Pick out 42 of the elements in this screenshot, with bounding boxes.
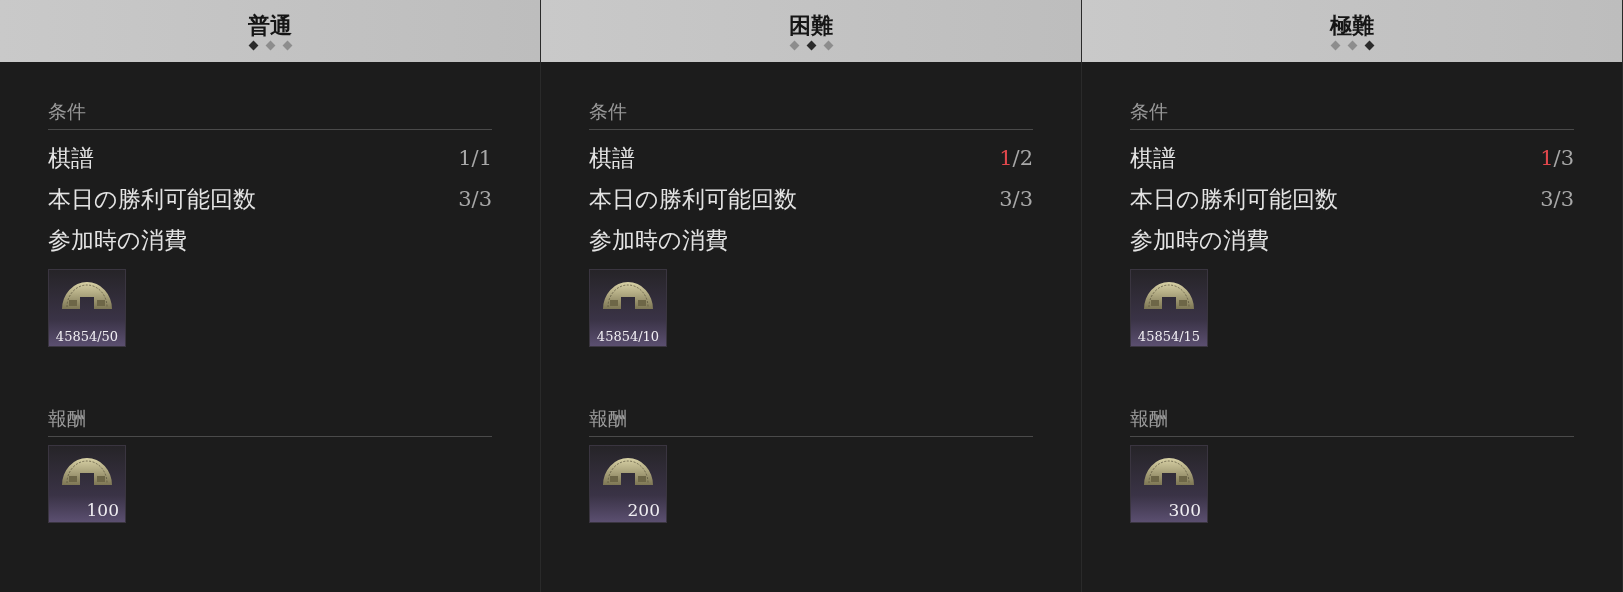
item-count: 45854/10 (596, 329, 660, 344)
condition-label: 本日の勝利可能回数 (48, 184, 256, 214)
difficulty-title: 極難 (1330, 13, 1374, 38)
item-slot[interactable]: 300 (1130, 444, 1208, 523)
section-label: 条件 (48, 100, 86, 123)
condition-label: 参加時の消費 (1130, 225, 1269, 255)
condition-progress: 1/2 (999, 146, 1033, 171)
condition-progress: 3/3 (458, 187, 492, 212)
condition-label: 参加時の消費 (589, 225, 728, 255)
item-slot[interactable]: 45854/50 (48, 268, 126, 347)
condition-progress: 3/3 (1540, 187, 1574, 212)
difficulty-title: 困難 (789, 13, 833, 38)
coin-icon (1143, 279, 1195, 310)
section-label: 報酬 (1130, 406, 1168, 430)
item-slot[interactable]: 45854/15 (1130, 268, 1208, 347)
condition-label: 棋譜 (1130, 143, 1176, 173)
section-label: 条件 (589, 100, 627, 123)
item-slot[interactable]: 45854/10 (589, 268, 667, 347)
condition-progress: 1/3 (1540, 146, 1574, 171)
condition-progress: 1/1 (458, 146, 492, 171)
item-count: 200 (627, 500, 661, 520)
condition-label: 棋譜 (589, 143, 635, 173)
coin-icon (61, 455, 113, 486)
section-label: 報酬 (48, 406, 86, 430)
coin-icon (602, 279, 654, 310)
item-count: 100 (86, 500, 120, 520)
coin-icon (1143, 455, 1195, 486)
item-count: 300 (1168, 500, 1202, 520)
condition-progress: 3/3 (999, 187, 1033, 212)
item-slot[interactable]: 100 (48, 444, 126, 523)
condition-label: 本日の勝利可能回数 (589, 184, 797, 214)
condition-label: 参加時の消費 (48, 225, 187, 255)
section-label: 報酬 (589, 406, 627, 430)
section-label: 条件 (1130, 100, 1168, 123)
difficulty-title: 普通 (248, 13, 292, 38)
item-slot[interactable]: 200 (589, 444, 667, 523)
condition-label: 本日の勝利可能回数 (1130, 184, 1338, 214)
item-count: 45854/50 (55, 329, 119, 344)
condition-label: 棋譜 (48, 143, 94, 173)
coin-icon (61, 279, 113, 310)
coin-icon (602, 455, 654, 486)
item-count: 45854/15 (1137, 329, 1201, 344)
